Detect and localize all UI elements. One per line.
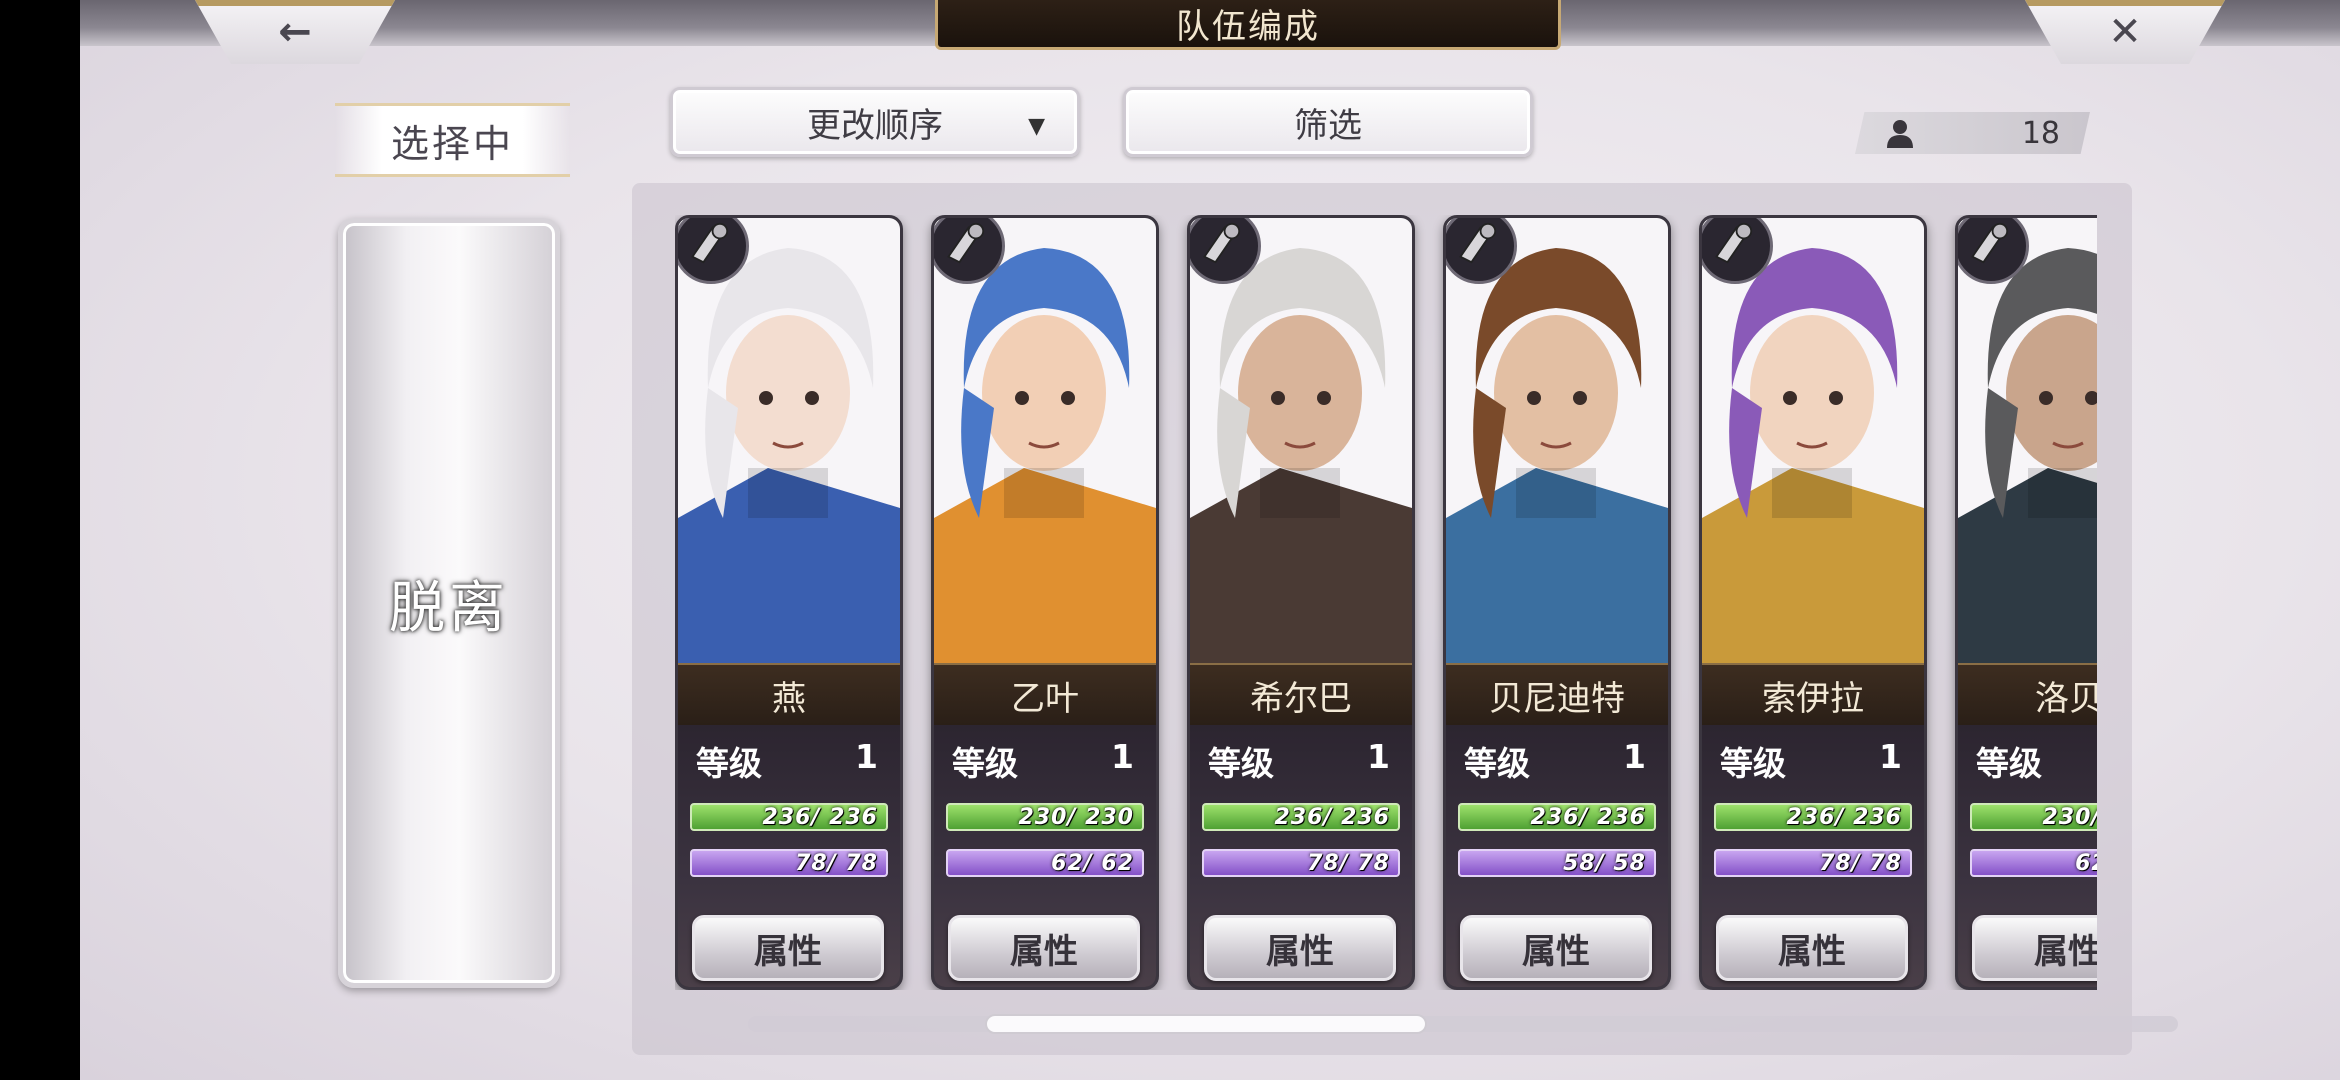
level-value: 1	[1367, 737, 1390, 776]
level-value: 1	[1623, 737, 1646, 776]
attribute-button[interactable]: 属性	[1972, 915, 2097, 981]
character-stats: 等级 1 230/ 230 62/ 62 属性	[934, 725, 1156, 987]
hp-bar: 236/ 236	[1458, 803, 1656, 831]
attribute-button[interactable]: 属性	[948, 915, 1140, 981]
level-label: 等级	[1208, 744, 1274, 783]
mp-bar: 62/ 62	[946, 849, 1144, 877]
level-label: 等级	[1720, 744, 1786, 783]
mp-bar: 58/ 58	[1458, 849, 1656, 877]
character-name: 希尔巴	[1190, 663, 1412, 727]
mp-bar: 78/ 78	[1202, 849, 1400, 877]
level-label: 等级	[1464, 744, 1530, 783]
hp-bar: 230/ 230	[1970, 803, 2097, 831]
hp-bar: 230/ 230	[946, 803, 1144, 831]
level-value: 1	[855, 737, 878, 776]
character-card-6[interactable]: 洛贝 等级 1 230/ 230 62/ 62 属性	[1955, 215, 2097, 990]
hp-bar: 236/ 236	[1202, 803, 1400, 831]
level-value: 1	[1111, 737, 1134, 776]
attribute-button[interactable]: 属性	[1204, 915, 1396, 981]
level-label: 等级	[952, 744, 1018, 783]
dropdown-arrow-icon: ▼	[1028, 114, 1045, 139]
mp-bar: 78/ 78	[1714, 849, 1912, 877]
character-portrait	[1446, 218, 1668, 663]
character-portrait	[1702, 218, 1924, 663]
sort-order-button[interactable]: 更改顺序 ▼	[670, 87, 1080, 157]
page-title: 队伍编成	[935, 0, 1561, 50]
sort-label: 更改顺序	[807, 105, 943, 146]
close-button[interactable]: ✕	[2025, 0, 2225, 64]
level-label: 等级	[696, 744, 762, 783]
character-card-2[interactable]: 乙叶 等级 1 230/ 230 62/ 62 属性	[931, 215, 1159, 990]
character-name: 洛贝	[1958, 663, 2097, 727]
selecting-label: 选择中	[335, 103, 570, 177]
character-card-4[interactable]: 贝尼迪特 等级 1 236/ 236 58/ 58 属性	[1443, 215, 1671, 990]
character-portrait	[934, 218, 1156, 663]
level-label: 等级	[1976, 744, 2042, 783]
character-stats: 等级 1 236/ 236 58/ 58 属性	[1446, 725, 1668, 987]
horizontal-scrollbar-track[interactable]	[748, 1016, 2178, 1032]
back-arrow-icon: ←	[278, 9, 312, 55]
attribute-button[interactable]: 属性	[1460, 915, 1652, 981]
character-name: 索伊拉	[1702, 663, 1924, 727]
back-button[interactable]: ←	[195, 0, 395, 64]
character-name: 燕	[678, 663, 900, 727]
close-icon: ✕	[2108, 9, 2142, 55]
attribute-button[interactable]: 属性	[1716, 915, 1908, 981]
character-card-5[interactable]: 索伊拉 等级 1 236/ 236 78/ 78 属性	[1699, 215, 1927, 990]
character-name: 乙叶	[934, 663, 1156, 727]
axe-icon	[1190, 218, 1261, 284]
party-formation-screen: ← 队伍编成 ✕ 选择中 脱离 更改顺序 ▼ 筛选 18 燕 等级 1 236/…	[80, 0, 2340, 1080]
character-stats: 等级 1 236/ 236 78/ 78 属性	[678, 725, 900, 987]
filter-button[interactable]: 筛选	[1123, 87, 1533, 157]
gauntlet-icon	[678, 218, 749, 284]
horizontal-scrollbar-thumb[interactable]	[985, 1014, 1427, 1034]
attribute-button[interactable]: 属性	[692, 915, 884, 981]
character-count: 18	[1855, 112, 2090, 154]
mp-bar: 62/ 62	[1970, 849, 2097, 877]
bow-icon	[934, 218, 1005, 284]
hp-bar: 236/ 236	[690, 803, 888, 831]
character-name: 贝尼迪特	[1446, 663, 1668, 727]
crossbow-icon	[1958, 218, 2029, 284]
leave-party-button[interactable]: 脱离	[338, 218, 560, 988]
axe-icon	[1446, 218, 1517, 284]
level-value: 1	[1879, 737, 1902, 776]
character-portrait	[1190, 218, 1412, 663]
hp-bar: 236/ 236	[1714, 803, 1912, 831]
character-count-value: 18	[2021, 116, 2060, 151]
character-card-1[interactable]: 燕 等级 1 236/ 236 78/ 78 属性	[675, 215, 903, 990]
user-icon	[1887, 120, 1913, 148]
character-stats: 等级 1 230/ 230 62/ 62 属性	[1958, 725, 2097, 987]
mp-bar: 78/ 78	[690, 849, 888, 877]
character-card-3[interactable]: 希尔巴 等级 1 236/ 236 78/ 78 属性	[1187, 215, 1415, 990]
character-stats: 等级 1 236/ 236 78/ 78 属性	[1190, 725, 1412, 987]
character-portrait	[678, 218, 900, 663]
character-portrait	[1958, 218, 2097, 663]
character-list[interactable]: 燕 等级 1 236/ 236 78/ 78 属性 乙叶 等级 1 230/ 2…	[675, 215, 2097, 990]
spear-icon	[1702, 218, 1773, 284]
character-stats: 等级 1 236/ 236 78/ 78 属性	[1702, 725, 1924, 987]
